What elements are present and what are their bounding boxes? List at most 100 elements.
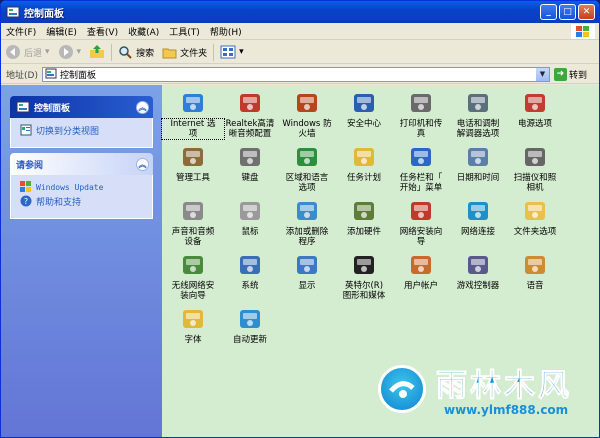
control-panel-item[interactable]: 游戏控制器 — [447, 252, 509, 291]
switch-category-view-link[interactable]: 切换到分类视图 — [20, 123, 152, 137]
control-panel-item[interactable]: 任务计划 — [333, 144, 395, 183]
menu-view[interactable]: 查看(V) — [82, 25, 123, 38]
control-panel-item[interactable]: 声音和音频 设备 — [162, 198, 224, 247]
item-label: 日期和时间 — [456, 173, 500, 183]
control-panel-item[interactable]: 日期和时间 — [447, 144, 509, 183]
control-panel-item[interactable]: 文件夹选项 — [504, 198, 566, 237]
views-button[interactable]: ▾ — [216, 42, 248, 62]
up-folder-button[interactable] — [85, 42, 109, 62]
add-hardware-icon — [354, 202, 374, 220]
control-panel-item[interactable]: 打印机和传 真 — [390, 90, 452, 139]
item-label: Realtek高清 晰音频配置 — [225, 119, 275, 139]
control-panel-item[interactable]: 添加硬件 — [333, 198, 395, 237]
item-label: 用户帐户 — [403, 281, 438, 291]
menu-help[interactable]: 帮助(H) — [205, 25, 247, 38]
control-panel-item[interactable]: 显示 — [276, 252, 338, 291]
item-label: 电源选项 — [517, 119, 552, 129]
collapse-icon[interactable]: ︽ — [136, 100, 149, 114]
control-panel-item[interactable]: 鼠标 — [219, 198, 281, 237]
speech-icon — [525, 256, 545, 274]
windows-update-icon — [20, 181, 31, 192]
item-label: 管理工具 — [175, 173, 210, 183]
control-panel-item[interactable]: 管理工具 — [162, 144, 224, 183]
item-label: 任务计划 — [346, 173, 381, 183]
control-panel-item[interactable]: 任务栏和「 开始」菜单 — [390, 144, 452, 193]
panel-header[interactable]: 控制面板 ︽ — [10, 96, 153, 118]
up-folder-icon — [90, 45, 105, 58]
control-panel-item[interactable]: 英特尔(R) 图形和媒体 — [333, 252, 395, 301]
intel-graphics-icon — [354, 256, 374, 274]
item-label: 任务栏和「 开始」菜单 — [399, 173, 443, 193]
go-button[interactable]: ➜ 转到 — [553, 67, 587, 81]
user-accounts-icon — [411, 256, 431, 274]
help-support-link[interactable]: ? 帮助和支持 — [20, 194, 152, 208]
control-panel-item[interactable]: 键盘 — [219, 144, 281, 183]
maximize-button[interactable]: □ — [559, 4, 576, 20]
control-panel-item[interactable]: 语音 — [504, 252, 566, 291]
back-label: 后退 — [24, 48, 43, 59]
control-panel-item[interactable]: 系统 — [219, 252, 281, 291]
control-panel-item[interactable]: 添加或删除 程序 — [276, 198, 338, 247]
control-panel-item[interactable]: 自动更新 — [219, 306, 281, 345]
back-button[interactable]: 后退 ▾ — [1, 42, 54, 62]
title-bar[interactable]: 控制面板 _ □ ✕ — [1, 1, 599, 23]
control-panel-item[interactable]: 安全中心 — [333, 90, 395, 129]
control-panel-item[interactable]: 字体 — [162, 306, 224, 345]
search-button[interactable]: 搜索 — [114, 42, 158, 62]
item-label: 扫描仪和照 相机 — [513, 173, 557, 193]
control-panel-item[interactable]: 无线网络安 装向导 — [162, 252, 224, 301]
item-label: 字体 — [184, 335, 202, 345]
control-panel-item[interactable]: Windows 防 火墙 — [276, 90, 338, 139]
folders-button[interactable]: 文件夹 — [158, 42, 211, 62]
scanner-camera-icon — [525, 148, 545, 166]
control-panel-item[interactable]: 电话和调制 解调器选项 — [447, 90, 509, 139]
control-panel-item[interactable]: 网络安装向 导 — [390, 198, 452, 247]
go-arrow-icon: ➜ — [553, 67, 567, 81]
see-also-panel: 请参阅 ︽ Windows Update ? 帮助和支持 — [10, 153, 153, 219]
menu-favorites[interactable]: 收藏(A) — [123, 25, 164, 38]
control-panel-icon — [16, 101, 30, 113]
item-label: 显示 — [298, 281, 316, 291]
control-panel-item[interactable]: 电源选项 — [504, 90, 566, 129]
game-controller-icon — [468, 256, 488, 274]
item-label: 安全中心 — [346, 119, 381, 129]
minimize-button[interactable]: _ — [540, 4, 557, 20]
item-label: 鼠标 — [241, 227, 259, 237]
menu-tools[interactable]: 工具(T) — [164, 25, 205, 38]
menu-file[interactable]: 文件(F) — [1, 25, 41, 38]
scheduled-tasks-icon — [354, 148, 374, 166]
watermark: 雨林木风 www.ylmf888.com — [378, 355, 594, 433]
panel-header[interactable]: 请参阅 ︽ — [10, 153, 153, 175]
switch-category-view-label: 切换到分类视图 — [36, 126, 100, 137]
control-panel-item[interactable]: 扫描仪和照 相机 — [504, 144, 566, 193]
phone-modem-icon — [468, 94, 488, 112]
menu-edit[interactable]: 编辑(E) — [41, 25, 82, 38]
item-label: 英特尔(R) 图形和媒体 — [342, 281, 386, 301]
control-panel-item[interactable]: 网络连接 — [447, 198, 509, 237]
search-icon — [119, 45, 132, 59]
control-panel-item[interactable]: Internet 选 项 — [161, 90, 225, 140]
item-label: 文件夹选项 — [513, 227, 557, 237]
windows-update-link[interactable]: Windows Update — [20, 180, 152, 194]
chevron-down-icon: ▼ — [539, 70, 546, 78]
folders-label: 文件夹 — [180, 48, 208, 59]
address-input[interactable]: 控制面板 ▼ — [41, 66, 550, 82]
wireless-setup-icon — [183, 256, 203, 274]
forward-button[interactable]: ▾ — [54, 42, 86, 62]
item-label: 网络安装向 导 — [399, 227, 443, 247]
control-panel-window: 控制面板 _ □ ✕ 文件(F) 编辑(E) 查看(V) 收藏(A) 工具(T)… — [0, 0, 600, 438]
close-button[interactable]: ✕ — [578, 4, 595, 20]
add-remove-programs-icon — [297, 202, 317, 220]
category-view-icon — [20, 124, 32, 136]
toolbar: 后退 ▾ ▾ 搜索 文件夹 ▾ — [1, 41, 599, 64]
admin-tools-icon — [183, 148, 203, 166]
control-panel-item[interactable]: 用户帐户 — [390, 252, 452, 291]
internet-options-icon — [183, 94, 203, 112]
control-panel-item[interactable]: Realtek高清 晰音频配置 — [219, 90, 281, 139]
address-dropdown-button[interactable]: ▼ — [535, 67, 549, 81]
item-label: 系统 — [241, 281, 259, 291]
collapse-icon[interactable]: ︽ — [136, 157, 149, 171]
forward-arrow-icon — [58, 45, 73, 59]
control-panel-item[interactable]: 区域和语言 选项 — [276, 144, 338, 193]
item-label: 电话和调制 解调器选项 — [456, 119, 500, 139]
